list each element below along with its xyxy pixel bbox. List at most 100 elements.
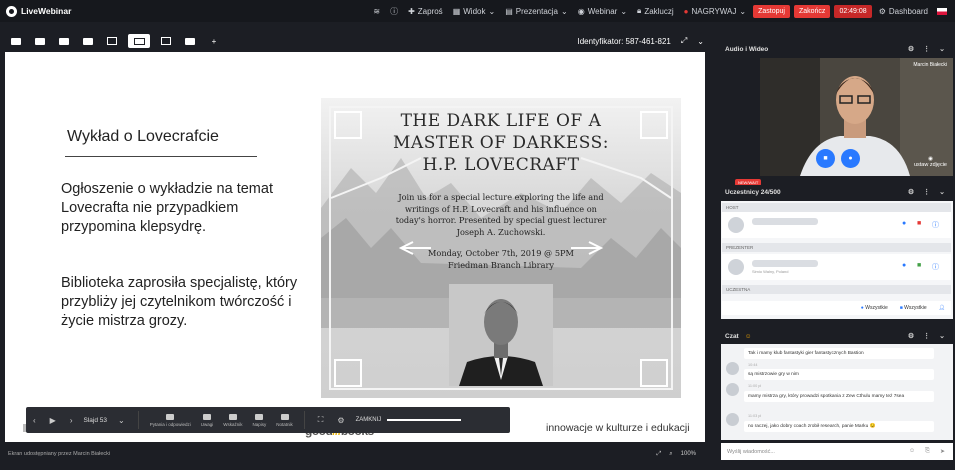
first-slide-icon[interactable]: ‹	[26, 416, 43, 425]
chat-message: są mistrzowie gry w nim	[744, 369, 934, 380]
set-photo-button[interactable]: ◉ ustaw zdjęcie	[914, 156, 947, 168]
set-photo-label: ustaw zdjęcie	[913, 162, 947, 168]
poster-date-line-2: Friedman Branch Library	[448, 259, 554, 270]
message-time: 11:00 pl	[748, 384, 762, 388]
fit-screen-icon[interactable]: ⤢	[656, 451, 661, 458]
livewebinar-logo-icon	[6, 5, 17, 17]
more-icon[interactable]: ⋮	[923, 332, 930, 340]
info-button[interactable]: ⓘ	[385, 0, 403, 22]
info-icon[interactable]: ⓘ	[932, 262, 939, 272]
video-all-label: Wszystkie	[904, 305, 927, 311]
chevron-down-icon[interactable]: ⌄	[111, 416, 132, 425]
zoom-control[interactable]: ZAMKNIJ	[356, 417, 462, 423]
chat-message: no raczej, jako dobry coach zrobił resea…	[744, 421, 934, 432]
emoji-icon[interactable]: ☺	[909, 448, 915, 455]
gear-icon[interactable]: ⚙	[908, 332, 914, 340]
camera-off-icon[interactable]: ■	[917, 220, 921, 227]
image-icon	[161, 37, 171, 45]
lovecraft-portrait	[449, 284, 553, 386]
avatar	[726, 362, 739, 375]
footer-tagline: innowacje w kulturze i edukacji	[546, 422, 690, 434]
record-icon: ●	[683, 6, 689, 16]
image-layout-button[interactable]	[104, 35, 120, 47]
participant-name-redacted	[752, 260, 818, 267]
chevron-down-icon[interactable]: ⌄	[939, 332, 945, 340]
zoom-level: 100%	[680, 451, 696, 457]
connection-indicator[interactable]: ≋	[368, 0, 385, 22]
mute-all-label: Wszystkie	[865, 305, 888, 311]
microphone-icon[interactable]: ●	[902, 262, 906, 269]
more-icon[interactable]: ⋮	[923, 45, 930, 53]
emoji-icon[interactable]: ☺	[745, 333, 752, 340]
language-flag-icon[interactable]	[937, 7, 947, 15]
lecture-poster: THE DARK LIFE OF A MASTER OF DARKESS: H.…	[321, 98, 681, 398]
divider	[303, 411, 305, 429]
slide-counter[interactable]: Slajd 53	[80, 417, 112, 424]
camera-icon[interactable]: ■	[917, 262, 921, 269]
camera-toggle-button[interactable]: ■	[816, 149, 835, 168]
participant-host[interactable]: ● ■ ⓘ	[722, 212, 951, 238]
shared-screen-slide: Wykład o Lovecrafcie Ogłoszenie o wykład…	[5, 52, 705, 442]
chat-header: Czat ☺ ⚙ ⋮ ⌄	[721, 329, 953, 343]
video-all-button[interactable]: ■ Wszystkie	[900, 305, 927, 311]
mute-all-button[interactable]: ● Wszystkie	[861, 305, 888, 311]
play-icon[interactable]: ▶	[43, 416, 63, 425]
camera-icon	[185, 37, 195, 45]
fullscreen-icon[interactable]: ⤢	[681, 36, 687, 46]
participant-presenter[interactable]: Simio Walny, Poland ● ■ ⓘ	[722, 254, 951, 280]
host-section-label: HOST	[722, 203, 951, 212]
camera-layout-button[interactable]	[56, 35, 72, 47]
notepad-tool[interactable]: Notatnik	[271, 413, 298, 427]
chat-message: mamy mistrza gry, który prowadzi spotkan…	[744, 391, 934, 402]
send-icon[interactable]: ➤	[940, 448, 945, 455]
captions-tool[interactable]: Napisy	[248, 413, 272, 427]
poster-date: Monday, October 7th, 2019 @ 5PM Friedman…	[391, 248, 611, 271]
zoom-icon[interactable]: ⌕	[669, 451, 672, 458]
gear-icon[interactable]: ⚙	[908, 188, 914, 196]
chevron-down-icon[interactable]: ⌄	[697, 37, 704, 46]
add-layout-button[interactable]: +	[206, 35, 222, 47]
presentation-menu[interactable]: ▤ Prezentacja ⌄	[500, 0, 573, 22]
pointer-tool[interactable]: Wskaźnik	[218, 413, 247, 427]
message-time: 10:44	[748, 363, 758, 367]
more-icon[interactable]: ⋮	[923, 188, 930, 196]
camera-layout-button[interactable]	[8, 35, 24, 47]
brand-name: LiveWebinar	[21, 6, 72, 16]
add-user-icon[interactable]: 👤︎	[939, 305, 945, 311]
camera-layout-button[interactable]	[32, 35, 48, 47]
chevron-down-icon[interactable]: ⌄	[939, 45, 945, 53]
notes-tool[interactable]: Uwagi	[196, 413, 219, 427]
dashboard-link[interactable]: ⚙ Dashboard	[874, 0, 933, 22]
gear-icon[interactable]: ⚙	[908, 45, 914, 53]
chat-input[interactable]: Wyślij wiadomość... ☺ ⎘ ➤	[721, 443, 953, 460]
participant-name-redacted	[752, 218, 818, 225]
view-menu[interactable]: ▦ Widok ⌄	[448, 0, 501, 22]
lock-button[interactable]: 🔒︎ Zakluczj	[632, 0, 679, 22]
participant-location: Simio Walny, Poland	[752, 269, 789, 274]
image-icon	[107, 37, 117, 45]
notepad-icon	[280, 413, 289, 420]
avatar	[726, 383, 739, 396]
chevron-down-icon[interactable]: ⌄	[939, 188, 945, 196]
zoom-slider[interactable]	[387, 419, 462, 421]
image-layout-button[interactable]	[158, 35, 174, 47]
qa-tool[interactable]: Pytania i odpowiedzi	[145, 413, 196, 427]
stop-record-button[interactable]: Zastopuj	[753, 4, 790, 18]
screen-share-button[interactable]	[128, 34, 150, 48]
gear-icon[interactable]: ⚙	[330, 416, 351, 425]
info-icon[interactable]: ⓘ	[932, 220, 939, 230]
record-status[interactable]: ● NAGRYWAJ ⌄	[679, 0, 751, 22]
presenter-video: Marcin Białecki ■ ● ◉ ustaw zdjęcie	[760, 58, 953, 176]
camera-layout-button[interactable]	[182, 35, 198, 47]
next-slide-icon[interactable]: ›	[63, 416, 80, 425]
brand[interactable]: LiveWebinar	[0, 5, 72, 17]
webinar-menu[interactable]: ◉ Webinar ⌄	[573, 0, 632, 22]
end-webinar-button[interactable]: Zakończ	[793, 4, 831, 18]
audio-video-title: Audio i Wideo	[725, 45, 769, 53]
mic-toggle-button[interactable]: ●	[841, 149, 860, 168]
attach-icon[interactable]: ⎘	[925, 448, 930, 455]
camera-layout-button[interactable]	[80, 35, 96, 47]
microphone-icon[interactable]: ●	[902, 220, 906, 227]
fit-icon[interactable]: ⛶	[311, 415, 331, 425]
invite-button[interactable]: ✚ Zaproś	[403, 0, 448, 22]
